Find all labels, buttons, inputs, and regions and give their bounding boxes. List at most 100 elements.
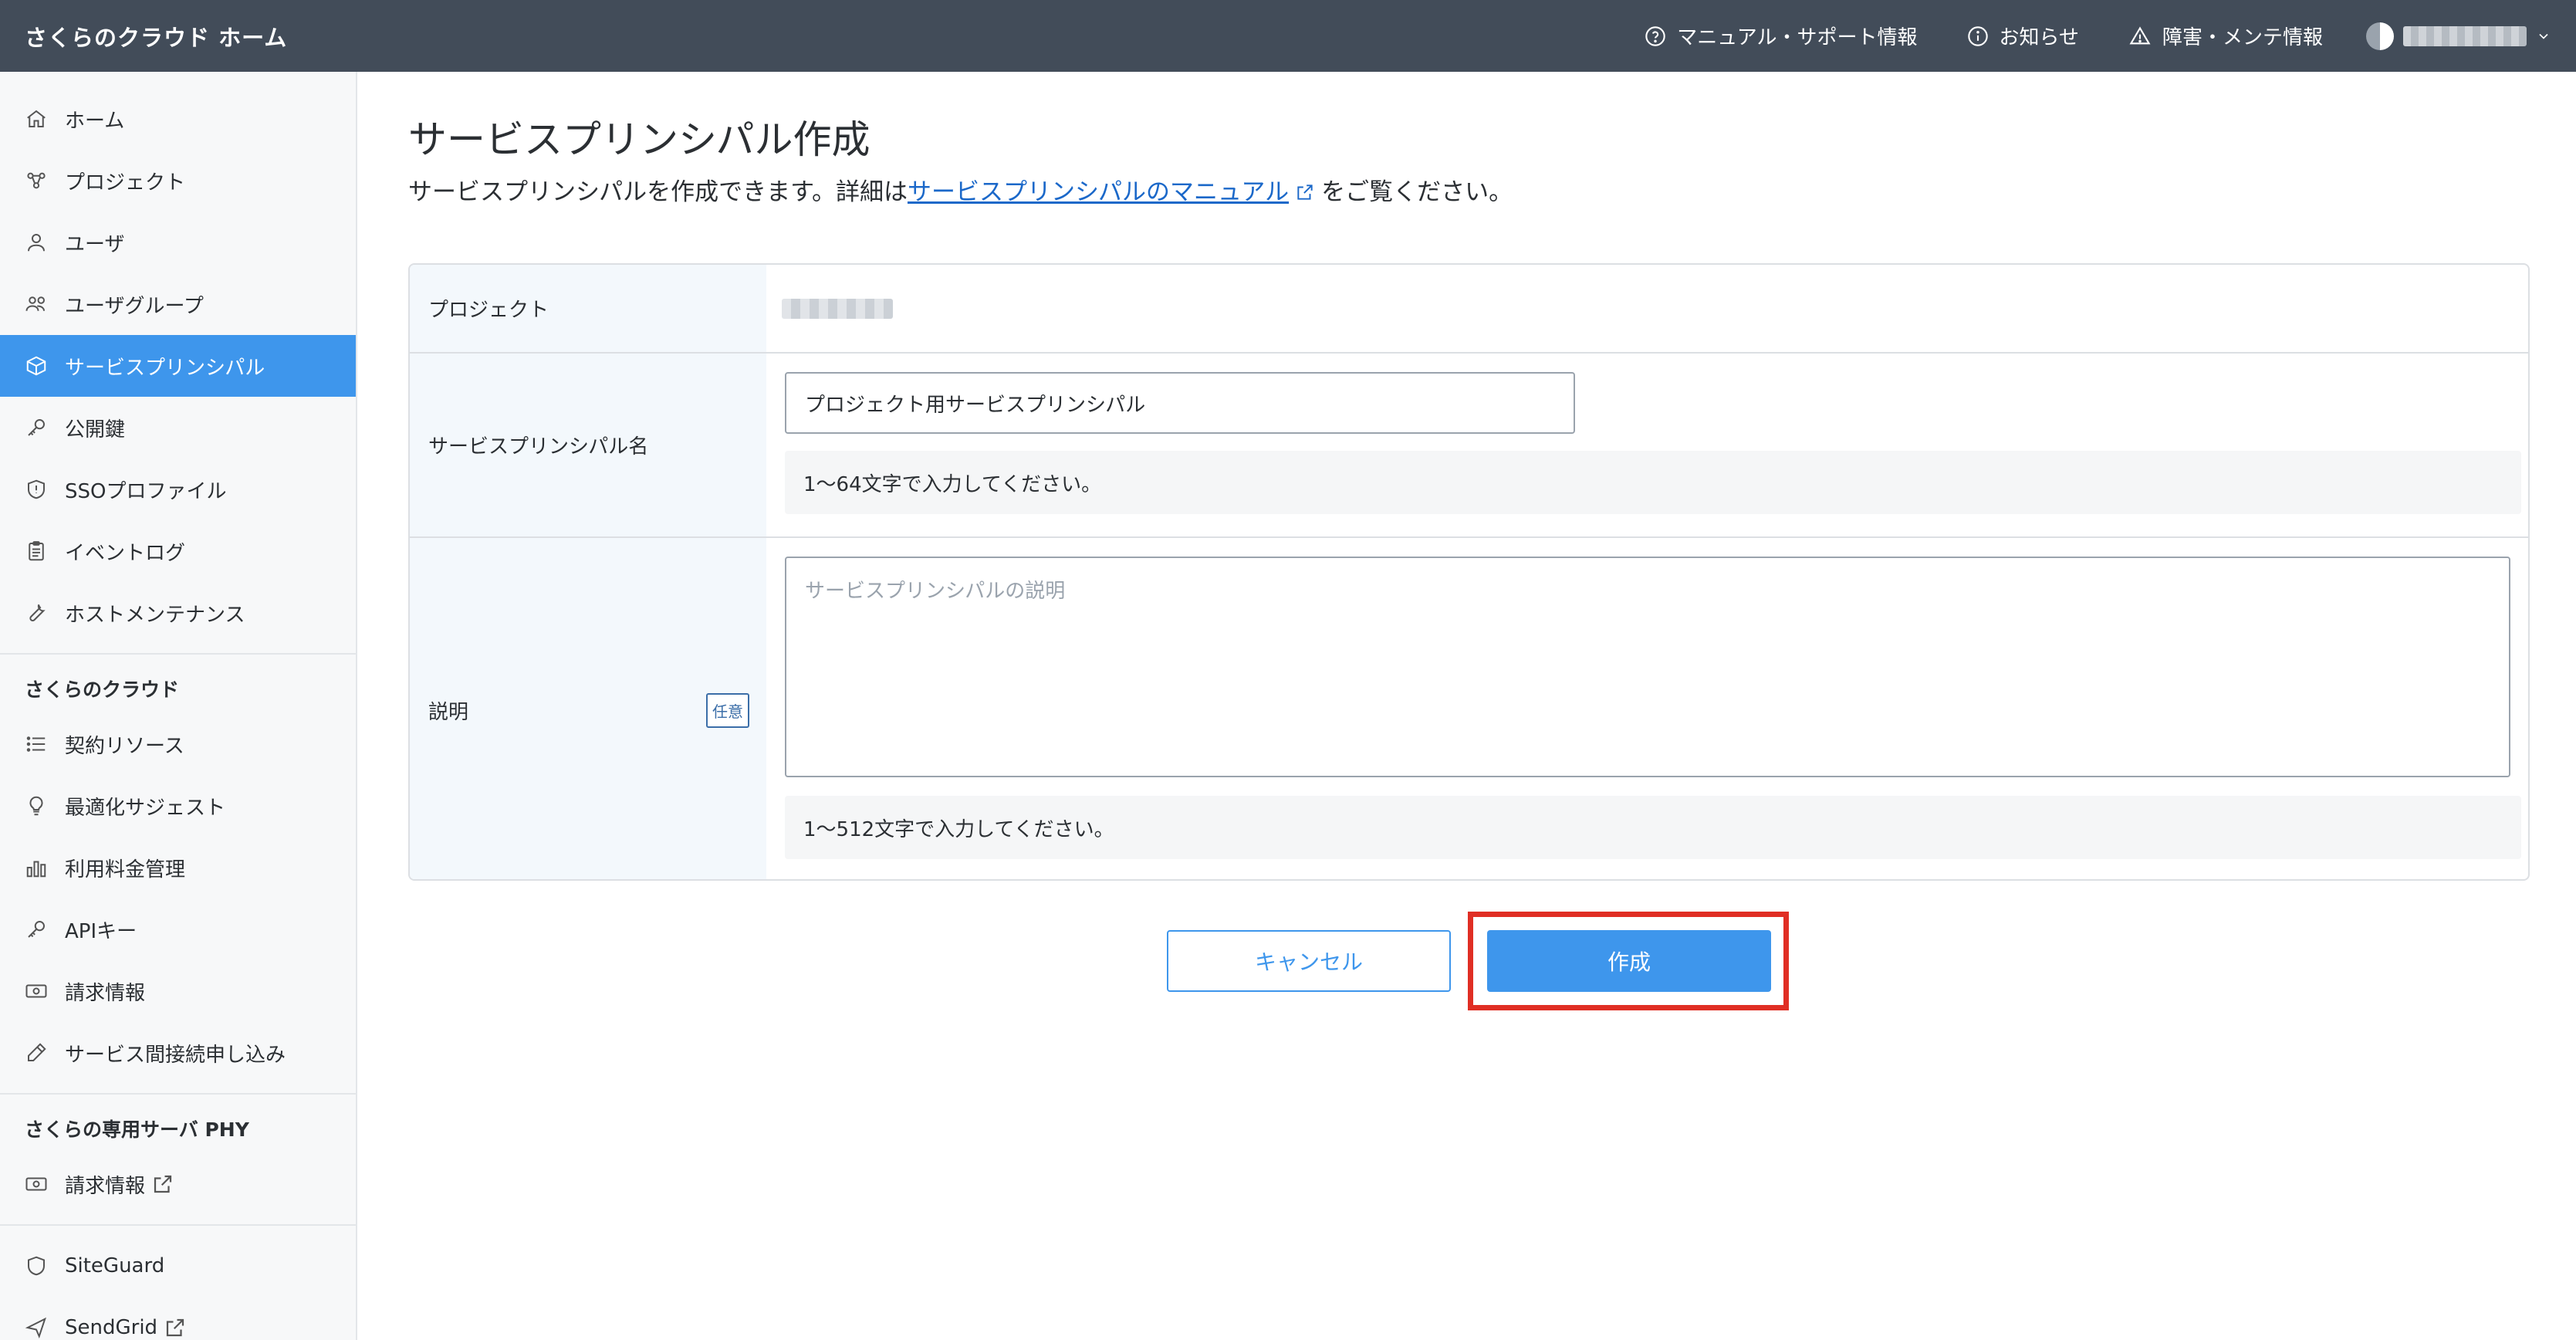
sidebar-item-user-group[interactable]: ユーザグループ (0, 273, 356, 335)
form-row-description: 説明 任意 1〜512文字で入力してください。 (410, 538, 2528, 879)
description-textarea[interactable] (785, 557, 2510, 777)
sidebar-item-label: APIキー (65, 919, 137, 943)
optional-badge: 任意 (706, 692, 749, 728)
cancel-button[interactable]: キャンセル (1167, 930, 1451, 992)
sidebar-item-optimization[interactable]: 最適化サジェスト (0, 775, 356, 837)
user-group-icon (25, 296, 45, 311)
sidebar-item-home[interactable]: ホーム (0, 88, 356, 150)
form-value-description: 1〜512文字で入力してください。 (766, 538, 2528, 879)
sidebar-item-label: 請求情報 (65, 1174, 146, 1198)
sidebar-item-label: SSOプロファイル (65, 479, 227, 503)
form-label-name: サービスプリンシパル名 (410, 354, 766, 536)
send-icon (25, 1317, 46, 1339)
sidebar-item-label: 公開鍵 (65, 418, 126, 442)
money-icon (25, 1177, 47, 1191)
sidebar-heading-phy: さくらの専用サーバ PHY (25, 1118, 249, 1141)
chevron-down-icon (2539, 33, 2548, 39)
nav-manual-support-label: マニュアル・サポート情報 (1677, 26, 1918, 49)
sidebar-item-project[interactable]: プロジェクト (0, 150, 356, 211)
description-hint: 1〜512文字で入力してください。 (785, 796, 2521, 859)
sidebar-item-label: イベントログ (65, 541, 186, 565)
page-description: サービスプリンシパルを作成できます。詳細はサービスプリンシパルのマニュアル をご覧… (408, 172, 1513, 207)
description-text: をご覧ください。 (1321, 178, 1513, 206)
brand-title[interactable]: さくらのクラウド ホーム (25, 20, 287, 52)
sidebar-item-label: SiteGuard (65, 1254, 165, 1277)
sidebar-item-api-key[interactable]: APIキー (0, 898, 356, 960)
sidebar-item-phy-invoice[interactable]: 請求情報 (0, 1153, 356, 1215)
money-icon (25, 984, 47, 998)
service-principal-name-input[interactable] (785, 372, 1575, 434)
sidebar-item-public-key[interactable]: 公開鍵 (0, 397, 356, 459)
nav-incidents[interactable]: 障害・メンテ情報 (2128, 22, 2323, 50)
sidebar-item-user[interactable]: ユーザ (0, 211, 356, 273)
form-value-name: 1〜64文字で入力してください。 (766, 354, 2528, 536)
key-icon (28, 419, 45, 436)
user-menu[interactable] (2366, 22, 2551, 50)
sidebar-item-label: ユーザ (65, 232, 125, 256)
user-icon (28, 234, 45, 252)
sidebar-item-label: 請求情報 (65, 981, 146, 1005)
page-title: サービスプリンシパル作成 (408, 117, 870, 162)
sidebar-divider (0, 653, 356, 655)
lightbulb-icon (29, 796, 43, 816)
project-name-redacted (782, 299, 893, 319)
sidebar-item-label: SendGrid (65, 1316, 158, 1339)
form-label-description: 説明 任意 (410, 538, 766, 879)
info-circle-icon (1967, 25, 1988, 46)
top-bar: さくらのクラウド ホーム マニュアル・サポート情報 お知らせ 障害・メンテ情報 (0, 0, 2576, 72)
sidebar-item-sendgrid[interactable]: SendGrid (0, 1297, 356, 1340)
label-text: サービスプリンシパル名 (428, 435, 649, 459)
sidebar-item-invoice[interactable]: 請求情報 (0, 960, 356, 1022)
sidebar-item-label: ホーム (65, 109, 125, 133)
help-circle-icon (1645, 25, 1665, 46)
sidebar-item-event-log[interactable]: イベントログ (0, 520, 356, 582)
sidebar-item-siteguard[interactable]: SiteGuard (0, 1235, 356, 1297)
sidebar-item-label: プロジェクト (65, 171, 186, 195)
sidebar-item-label: サービスプリンシパル (65, 356, 265, 380)
form-label-project: プロジェクト (410, 265, 766, 352)
sidebar-item-label: 利用料金管理 (65, 858, 186, 881)
external-link-icon (1297, 184, 1313, 200)
sidebar-item-service-principal[interactable]: サービスプリンシパル (0, 335, 356, 397)
top-nav: マニュアル・サポート情報 お知らせ 障害・メンテ情報 (1595, 22, 2551, 50)
bar-chart-icon (26, 861, 46, 878)
clipboard-icon (29, 541, 44, 561)
cube-icon (26, 356, 46, 376)
nav-manual-support[interactable]: マニュアル・サポート情報 (1645, 22, 1918, 50)
sidebar-divider (0, 1224, 356, 1226)
sidebar-heading-cloud: さくらのクラウド (25, 678, 180, 701)
sidebar-item-label: 契約リソース (65, 734, 184, 758)
key-icon (28, 921, 45, 938)
external-link-icon (166, 1318, 184, 1337)
label-text: 説明 (428, 700, 469, 724)
sidebar-item-service-connection[interactable]: サービス間接続申し込み (0, 1022, 356, 1084)
sidebar-item-label: 最適化サジェスト (65, 796, 226, 820)
list-icon (26, 736, 46, 752)
service-principal-form: プロジェクト サービスプリンシパル名 1〜64文字で入力してください。 説明 任… (408, 263, 2530, 881)
pen-icon (28, 1043, 46, 1061)
sidebar-item-label: ホストメンテナンス (65, 603, 245, 627)
project-icon (27, 172, 46, 189)
manual-link[interactable]: サービスプリンシパルのマニュアル (908, 178, 1289, 206)
avatar (2366, 22, 2394, 50)
shield-icon (28, 1256, 45, 1276)
sidebar-divider (0, 1093, 356, 1095)
sidebar-item-contract-resources[interactable]: 契約リソース (0, 713, 356, 775)
highlight-annotation (1468, 912, 1789, 1010)
form-value-project (766, 265, 2528, 352)
nav-incidents-label: 障害・メンテ情報 (2162, 26, 2323, 49)
nav-news[interactable]: お知らせ (1967, 22, 2079, 50)
sidebar-item-host-maintenance[interactable]: ホストメンテナンス (0, 582, 356, 644)
main-content: サービスプリンシパル作成 サービスプリンシパルを作成できます。詳細はサービスプリ… (357, 72, 2576, 1340)
sidebar-item-sso-profile[interactable]: SSOプロファイル (0, 459, 356, 520)
sidebar-item-billing-management[interactable]: 利用料金管理 (0, 837, 356, 898)
form-row-project: プロジェクト (410, 265, 2528, 354)
sidebar-item-label: ユーザグループ (65, 294, 204, 318)
nav-news-label: お知らせ (1999, 26, 2079, 49)
label-text: プロジェクト (428, 299, 549, 322)
shield-icon (28, 479, 45, 499)
external-link-icon (154, 1175, 172, 1193)
wrench-icon (29, 604, 46, 621)
user-name-redacted (2403, 25, 2527, 46)
form-row-name: サービスプリンシパル名 1〜64文字で入力してください。 (410, 354, 2528, 538)
